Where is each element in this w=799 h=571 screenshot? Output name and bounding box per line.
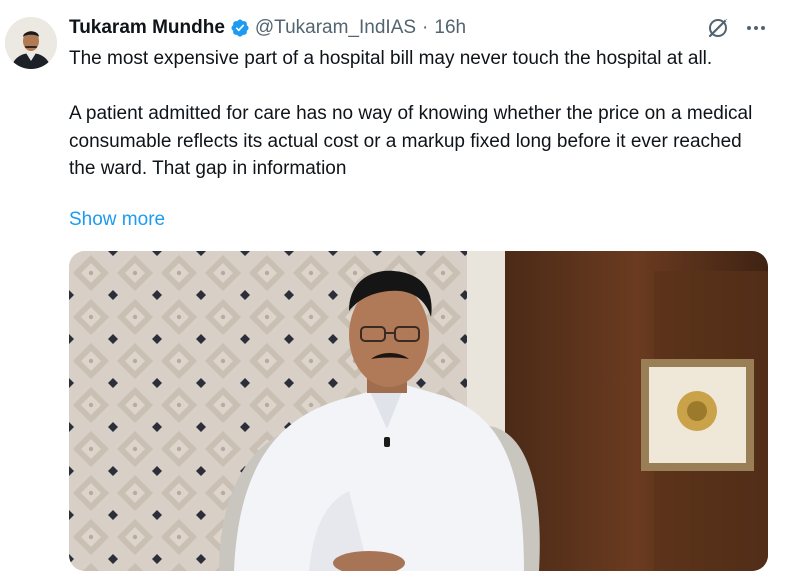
tweet-media-image[interactable] (69, 251, 768, 571)
more-options-icon[interactable] (744, 18, 768, 38)
tweet-text: The most expensive part of a hospital bi… (69, 45, 769, 183)
author-avatar[interactable] (5, 17, 57, 69)
tweet-paragraph-1: The most expensive part of a hospital bi… (69, 48, 713, 69)
timestamp[interactable]: 16h (434, 17, 466, 39)
grok-icon[interactable] (706, 16, 730, 40)
tweet-paragraph-2: A patient admitted for care has no way o… (69, 103, 753, 179)
verified-badge-icon[interactable] (230, 18, 250, 38)
tweet-header: Tukaram Mundhe @Tukaram_IndIAS · 16h (69, 15, 466, 41)
author-name[interactable]: Tukaram Mundhe (69, 17, 225, 39)
separator-dot: · (422, 17, 429, 38)
show-more-link[interactable]: Show more (69, 206, 165, 233)
author-handle[interactable]: @Tukaram_IndIAS (255, 17, 416, 39)
